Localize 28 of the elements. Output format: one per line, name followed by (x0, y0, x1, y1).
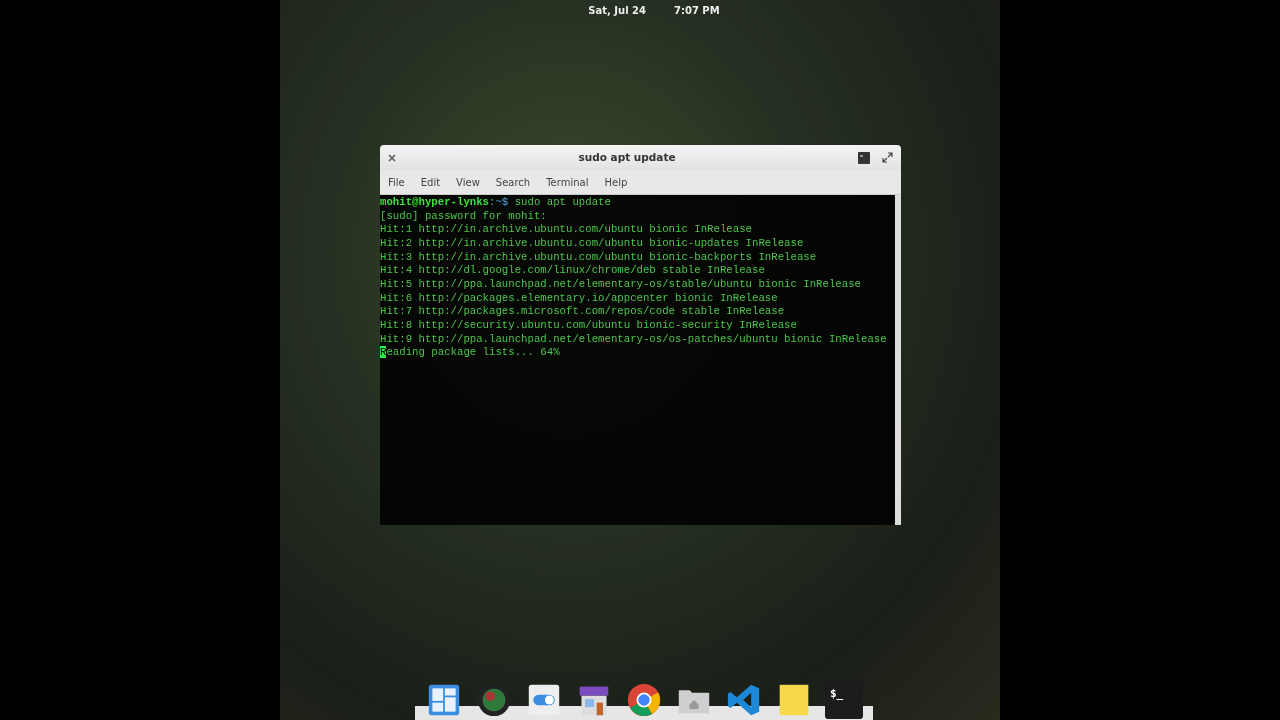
terminal-output-line: Hit:9 http://ppa.launchpad.net/elementary-os/os-patches/ubuntu bionic InRelease (380, 332, 887, 347)
menu-item[interactable]: File (380, 174, 413, 190)
browser-app-icon[interactable] (625, 681, 663, 719)
maximize-icon[interactable] (882, 152, 893, 163)
terminal-output-line: Hit:3 http://in.archive.ubuntu.com/ubuntu bionic-backports InRelease (380, 250, 817, 265)
terminal-output-line: Hit:4 http://dl.google.com/linux/chrome/deb stable InRelease (380, 264, 765, 278)
terminal-output-line: Hit:5 http://ppa.launchpad.net/elementary-os/stable/ubuntu bionic InRelease (380, 277, 862, 292)
camera-app-icon[interactable] (475, 681, 513, 719)
close-icon[interactable] (388, 153, 396, 162)
terminal-prompt-line: mohit@hyper-lynks:~$ sudo apt update (380, 196, 611, 210)
panel-clock[interactable]: 7:07 PM (674, 2, 720, 18)
terminal-icon[interactable] (858, 151, 870, 164)
terminal-output-line: Hit:7 http://packages.microsoft.com/repos/code stable InRelease (380, 305, 785, 319)
menu-item[interactable]: Help (596, 174, 636, 190)
terminal-output-line: [sudo] password for mohit: (380, 209, 547, 224)
window-title: sudo apt update (577, 149, 677, 165)
terminal-output-line: Hit:1 http://in.archive.ubuntu.com/ubuntu bionic InRelease (380, 223, 752, 237)
menu-item[interactable]: Search (487, 174, 539, 190)
menu-item[interactable]: Edit (412, 174, 449, 190)
terminal-app-icon[interactable]: $_ (825, 681, 863, 719)
panel-date[interactable]: Sat, Jul 24 (588, 2, 646, 18)
scrollbar[interactable] (895, 195, 901, 525)
menu-item[interactable]: Terminal (538, 174, 597, 190)
menu-item[interactable]: View (448, 174, 488, 190)
terminal-output-line: Hit:6 http://packages.elementary.io/appcenter bionic InRelease (380, 291, 778, 306)
terminal-output-line: Hit:2 http://in.archive.ubuntu.com/ubuntu bionic-updates InRelease (380, 236, 804, 251)
terminal-output-line: Hit:8 http://security.ubuntu.com/ubuntu bionic-security InRelease (380, 318, 797, 333)
terminal-output-line: Reading package lists... 64% (380, 346, 560, 360)
